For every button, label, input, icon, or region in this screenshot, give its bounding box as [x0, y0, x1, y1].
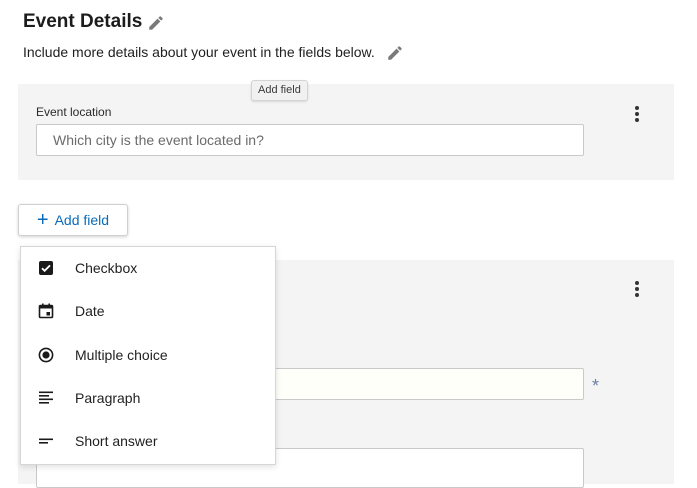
menu-item-short-answer[interactable]: Short answer [21, 421, 275, 461]
menu-item-label: Date [75, 303, 105, 319]
checkbox-checked-icon [38, 260, 54, 276]
menu-item-label: Multiple choice [75, 347, 168, 363]
paragraph-lines-icon [38, 390, 54, 406]
plus-icon: + [36, 209, 49, 231]
menu-item-paragraph[interactable]: Paragraph [21, 378, 275, 418]
event-location-input[interactable] [36, 124, 584, 156]
menu-item-multiple-choice[interactable]: Multiple choice [21, 335, 275, 375]
field-label: Event location [36, 105, 112, 119]
add-field-label: Add field [54, 212, 110, 228]
short-answer-icon [38, 433, 54, 449]
add-field-button[interactable]: + Add field [18, 204, 128, 236]
field-card-location: Event location [18, 84, 674, 180]
menu-item-checkbox[interactable]: Checkbox [21, 248, 275, 288]
pencil-icon[interactable] [386, 44, 404, 62]
menu-item-label: Short answer [75, 433, 158, 449]
more-options-icon[interactable] [627, 104, 647, 128]
tooltip: Add field [251, 80, 308, 101]
pencil-icon[interactable] [147, 14, 165, 32]
page-title: Event Details [23, 11, 143, 32]
calendar-icon [38, 303, 54, 319]
radio-icon [38, 347, 54, 363]
menu-item-label: Checkbox [75, 260, 138, 276]
required-asterisk: * [592, 376, 600, 396]
add-field-menu: Checkbox Date Multiple choice Paragraph … [20, 246, 276, 465]
more-options-icon[interactable] [627, 279, 647, 303]
page-description: Include more details about your event in… [23, 44, 375, 60]
menu-item-label: Paragraph [75, 390, 141, 406]
menu-item-date[interactable]: Date [21, 291, 275, 331]
